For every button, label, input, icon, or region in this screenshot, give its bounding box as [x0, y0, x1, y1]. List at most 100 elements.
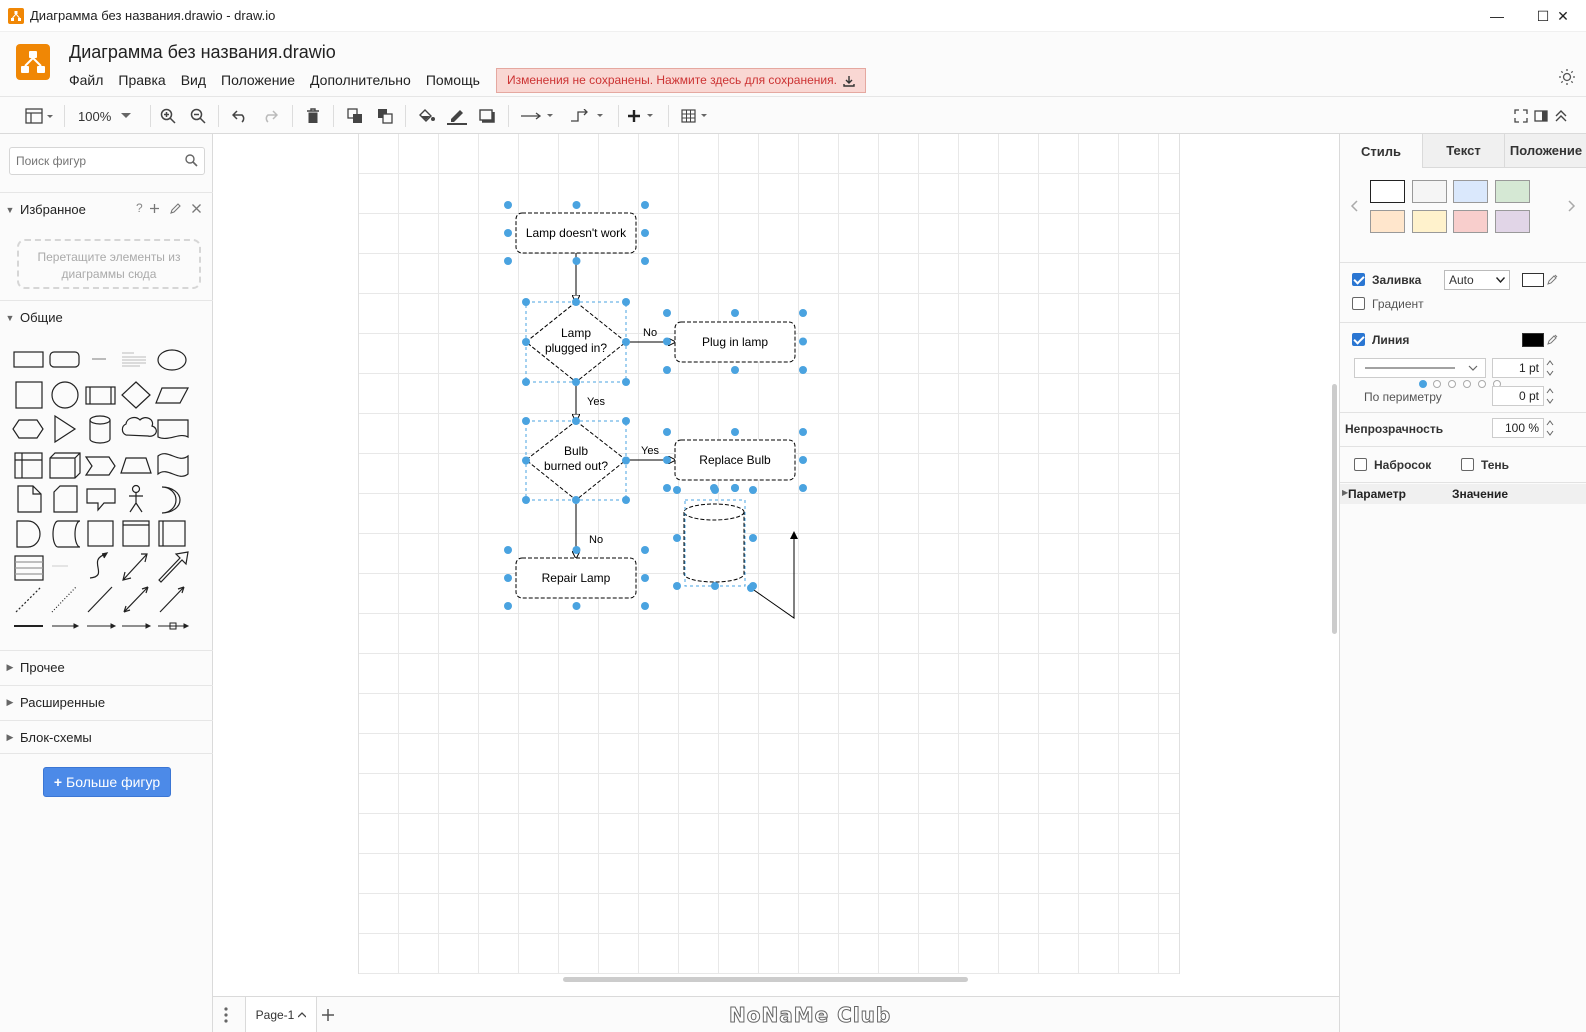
resize-handle[interactable]: [504, 257, 512, 265]
resize-handle[interactable]: [572, 257, 581, 265]
resize-handle[interactable]: [504, 602, 512, 610]
page-tab[interactable]: Page-1: [245, 997, 317, 1032]
resize-handle[interactable]: [504, 574, 512, 582]
resize-handle[interactable]: [747, 584, 755, 592]
shape-search-input[interactable]: [10, 148, 170, 174]
shape-hexagon[interactable]: [12, 419, 44, 439]
sketch-checkbox[interactable]: [1354, 458, 1367, 471]
vertical-scrollbar[interactable]: [1332, 384, 1337, 634]
resize-handle[interactable]: [799, 428, 807, 436]
theme-sun-icon[interactable]: [1558, 68, 1576, 86]
style-swatch-4[interactable]: [1495, 180, 1530, 203]
edge-label-plugged-no[interactable]: No: [643, 327, 657, 339]
shape-circle[interactable]: [51, 381, 79, 409]
resize-handle[interactable]: [799, 366, 807, 374]
to-back-button[interactable]: [375, 105, 395, 127]
section-general-header[interactable]: ▼ Общие: [0, 300, 213, 334]
swatches-next-icon[interactable]: [1568, 200, 1576, 212]
style-swatch-2[interactable]: [1412, 180, 1447, 203]
resize-handle[interactable]: [641, 574, 649, 582]
resize-handle[interactable]: [572, 602, 581, 610]
resize-handle[interactable]: [731, 484, 739, 492]
shape-note[interactable]: [17, 485, 42, 513]
menu-view[interactable]: Вид: [181, 72, 206, 88]
resize-handle[interactable]: [799, 484, 807, 492]
shape-rounded-rectangle[interactable]: [49, 351, 80, 368]
fill-color-button[interactable]: [417, 105, 437, 127]
resize-handle[interactable]: [749, 486, 757, 494]
resize-handle[interactable]: [572, 417, 580, 425]
shape-document[interactable]: [157, 419, 189, 440]
edge-label-plugged-yes[interactable]: Yes: [587, 396, 605, 408]
shape-trapezoid[interactable]: [120, 457, 152, 474]
close-button[interactable]: ✕: [1540, 0, 1586, 32]
resize-handle[interactable]: [572, 546, 581, 554]
resize-handle[interactable]: [663, 484, 671, 492]
resize-handle[interactable]: [622, 378, 630, 386]
favorites-add-icon[interactable]: [149, 203, 160, 214]
format-panel-toggle[interactable]: [22, 105, 56, 127]
zoom-dropdown[interactable]: 100%: [78, 105, 134, 127]
horizontal-scrollbar[interactable]: [563, 977, 968, 982]
resize-handle[interactable]: [522, 456, 530, 465]
style-swatch-8[interactable]: [1495, 210, 1530, 233]
diagram-page[interactable]: No Yes Yes No Lamp doesn't work Lamp plu…: [358, 134, 1180, 974]
shape-vertical-lane[interactable]: [158, 520, 186, 547]
shadow-button[interactable]: [477, 105, 497, 127]
swatch-page-dot-5[interactable]: [1478, 380, 1486, 388]
resize-handle[interactable]: [663, 337, 671, 346]
swatches-prev-icon[interactable]: [1350, 200, 1358, 212]
collapse-toolbar-button[interactable]: [1552, 105, 1570, 127]
drawio-logo[interactable]: [16, 44, 50, 80]
shape-or[interactable]: [161, 486, 181, 514]
favorites-help-icon[interactable]: ?: [136, 201, 143, 215]
resize-handle[interactable]: [673, 534, 681, 542]
resize-handle[interactable]: [504, 229, 512, 237]
shape-triangle[interactable]: [54, 414, 77, 444]
shape-directional-connector[interactable]: [159, 586, 185, 613]
unsaved-changes-button[interactable]: Изменения не сохранены. Нажмите здесь дл…: [496, 68, 866, 93]
style-swatch-5[interactable]: [1370, 210, 1405, 233]
shape-actor[interactable]: [129, 484, 143, 513]
page-menu-icon[interactable]: [223, 1007, 229, 1023]
add-page-icon[interactable]: [321, 1008, 335, 1022]
shape-parallelogram[interactable]: [155, 387, 189, 404]
shape-dotted-line[interactable]: [51, 586, 77, 613]
shape-list[interactable]: [14, 555, 44, 581]
resize-handle[interactable]: [622, 496, 630, 504]
shape-arrow[interactable]: [158, 551, 189, 583]
connection-style-dropdown[interactable]: [518, 105, 558, 127]
resize-handle[interactable]: [522, 378, 530, 386]
resize-handle[interactable]: [641, 602, 649, 610]
resize-handle[interactable]: [673, 486, 681, 494]
menu-help[interactable]: Помощь: [426, 72, 480, 88]
menu-file[interactable]: Файл: [69, 72, 103, 88]
menu-edit[interactable]: Правка: [118, 72, 165, 88]
diagram-canvas[interactable]: No Yes Yes No Lamp doesn't work Lamp plu…: [213, 134, 1339, 996]
insert-dropdown[interactable]: [626, 105, 660, 127]
edge-free-connector[interactable]: [750, 531, 798, 619]
resize-handle[interactable]: [731, 366, 739, 374]
shape-line[interactable]: [87, 586, 113, 613]
resize-handle[interactable]: [504, 546, 512, 554]
shadow-checkbox[interactable]: [1461, 458, 1474, 471]
resize-handle[interactable]: [522, 338, 530, 346]
shape-data-storage[interactable]: [52, 520, 81, 548]
shape-cube[interactable]: [49, 452, 81, 479]
table-dropdown[interactable]: [680, 105, 714, 127]
fill-color-swatch[interactable]: [1522, 273, 1544, 287]
resize-handle[interactable]: [710, 484, 718, 492]
stepper-icon[interactable]: [1546, 387, 1554, 405]
stepper-icon[interactable]: [1546, 419, 1554, 437]
resize-handle[interactable]: [731, 428, 739, 436]
resize-handle[interactable]: [663, 456, 671, 464]
style-swatch-6[interactable]: [1412, 210, 1447, 233]
shape-cylinder[interactable]: [89, 415, 111, 444]
resize-handle[interactable]: [731, 309, 739, 317]
document-title[interactable]: Диаграмма без названия.drawio: [69, 42, 336, 63]
resize-handle[interactable]: [522, 417, 530, 425]
selection-handles[interactable]: [504, 201, 807, 610]
delete-button[interactable]: [303, 105, 323, 127]
style-swatch-1[interactable]: [1370, 180, 1405, 203]
eyedropper-icon[interactable]: [1547, 333, 1559, 345]
